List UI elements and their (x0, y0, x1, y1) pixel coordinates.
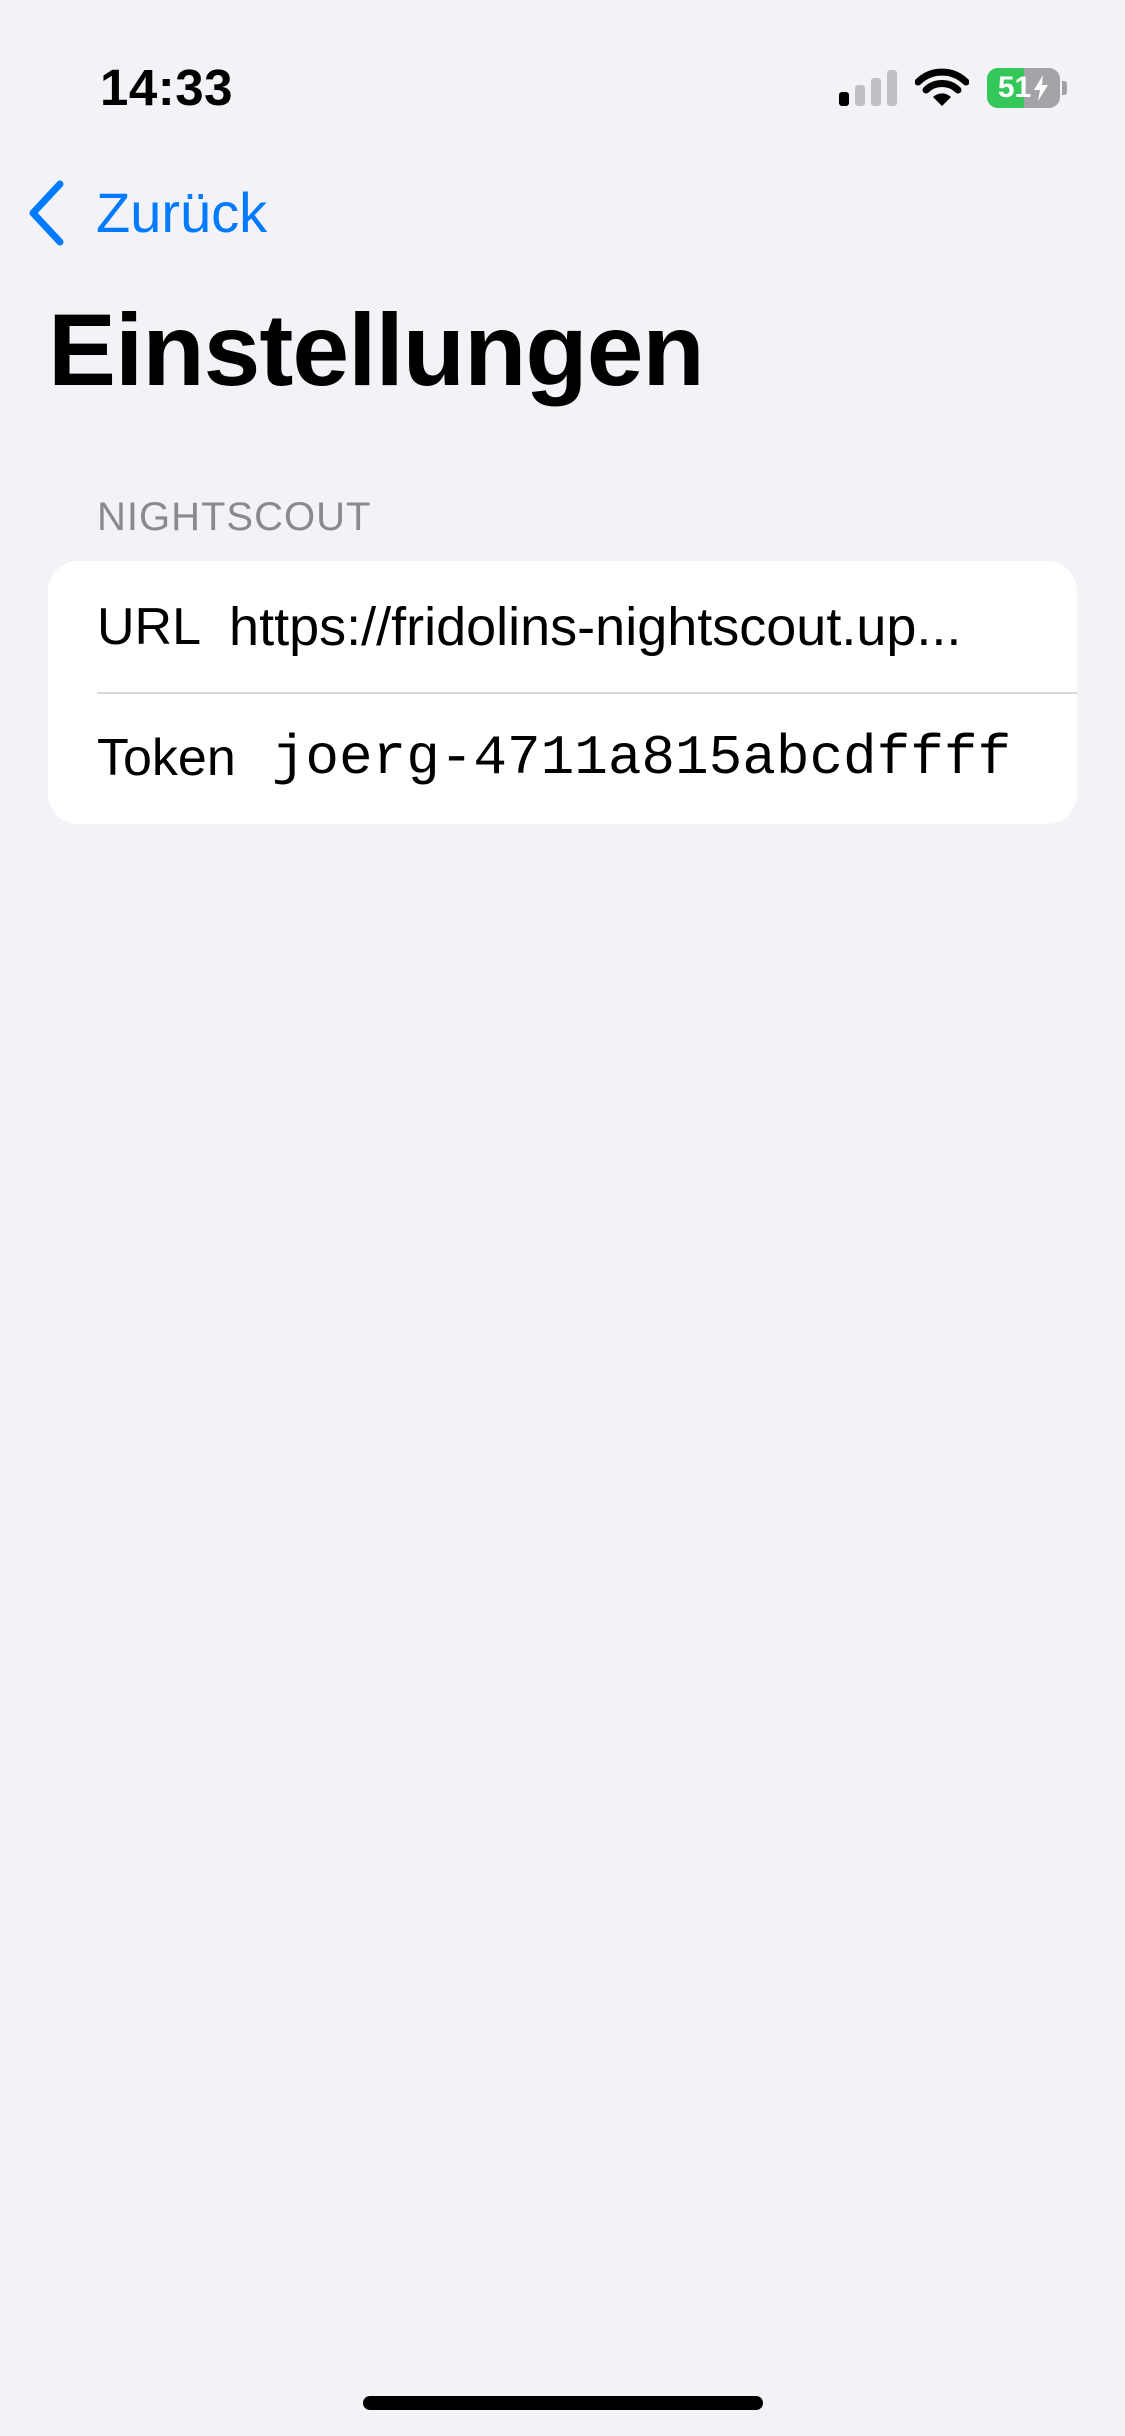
chevron-left-icon (29, 180, 64, 246)
url-label: URL (97, 597, 202, 656)
battery-charging-icon: 51 (987, 68, 1067, 108)
token-field[interactable]: joerg-4711a815abcdffff (272, 727, 1021, 789)
token-row[interactable]: Token joerg-4711a815abcdffff (48, 692, 1077, 823)
home-indicator[interactable] (363, 2396, 763, 2410)
status-indicators: 51 (839, 66, 1067, 110)
token-label: Token (97, 728, 236, 787)
settings-group-nightscout: URL https://fridolins-nightscout.up... T… (48, 561, 1077, 824)
battery-level: 51 (997, 71, 1032, 104)
wifi-icon (915, 68, 969, 106)
section-header-nightscout: NIGHTSCOUT (97, 495, 372, 539)
status-time: 14:33 (100, 59, 233, 116)
page-title: Einstellungen (48, 293, 705, 407)
back-label: Zurück (96, 181, 268, 244)
cellular-signal-icon (839, 70, 897, 106)
back-button[interactable]: Zurück (26, 178, 267, 248)
url-field[interactable]: https://fridolins-nightscout.up... (229, 596, 1021, 658)
bolt-icon (1034, 75, 1049, 101)
url-row[interactable]: URL https://fridolins-nightscout.up... (48, 561, 1077, 692)
